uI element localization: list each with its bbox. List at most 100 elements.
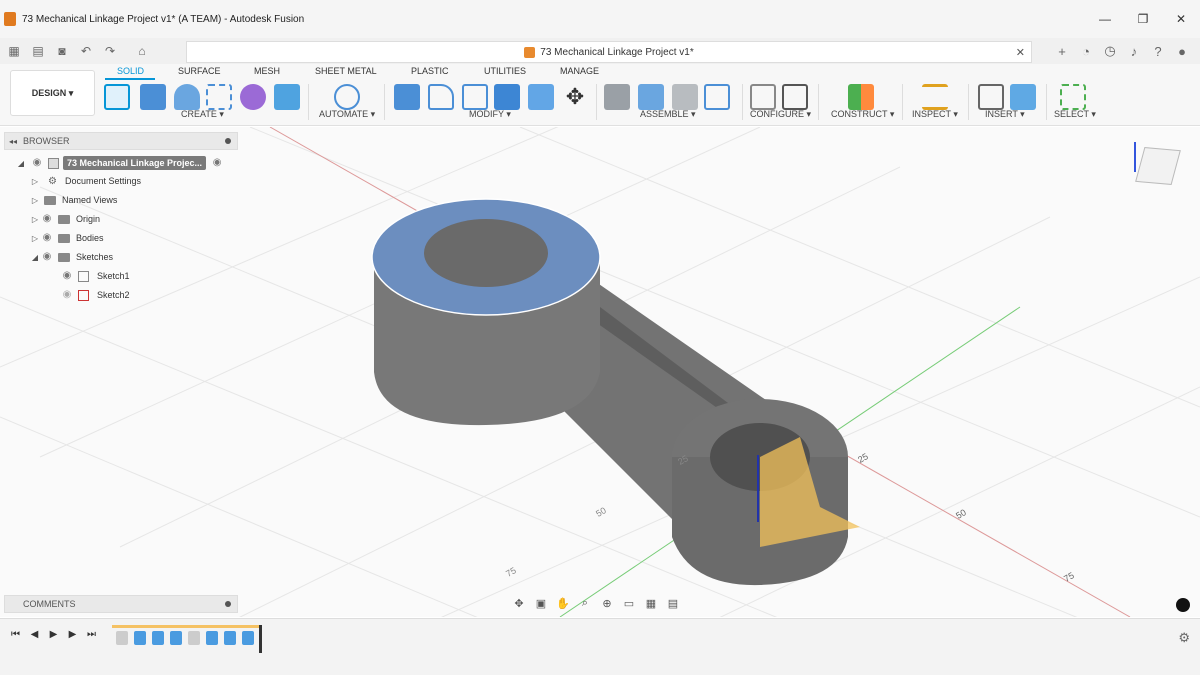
close-tab-icon[interactable]: ✕ [1016, 46, 1025, 59]
timeline-settings-icon[interactable]: ⚙ [1178, 630, 1190, 646]
chamfer-icon[interactable] [462, 84, 488, 110]
as-built-joint-icon[interactable] [672, 84, 698, 110]
press-pull-icon[interactable] [394, 84, 420, 110]
expand-icon[interactable]: ▷ [30, 234, 40, 243]
construct-menu[interactable]: CONSTRUCT ▾ [831, 109, 894, 120]
job-status-icon[interactable]: ◷ [1098, 41, 1122, 61]
help-icon[interactable]: ? [1146, 41, 1170, 61]
shell-icon[interactable] [494, 84, 520, 110]
revolve-icon[interactable] [174, 84, 200, 110]
new-tab-icon[interactable]: + [1050, 41, 1074, 61]
automate-icon[interactable] [334, 84, 360, 110]
timeline-feature-item[interactable] [206, 631, 218, 645]
fillet-icon[interactable] [428, 84, 454, 110]
tree-row-named-views[interactable]: ▷ Named Views [30, 191, 117, 209]
inspect-menu[interactable]: INSPECT ▾ [912, 109, 958, 120]
comments-panel-header[interactable]: COMMENTS [4, 595, 238, 613]
expand-icon[interactable]: ▷ [30, 215, 40, 224]
timeline-feature-item[interactable] [224, 631, 236, 645]
assemble-menu[interactable]: ASSEMBLE ▾ [640, 109, 696, 120]
collapse-icon[interactable]: ◢ [30, 253, 40, 262]
tree-row-origin[interactable]: ▷ ◉ Origin [30, 210, 100, 228]
sweep-icon[interactable] [206, 84, 232, 110]
ai-assistant-icon[interactable] [1176, 598, 1190, 612]
view-cube-face[interactable] [1135, 147, 1181, 185]
step-back-icon[interactable]: ◀ [25, 629, 44, 640]
create-sketch-icon[interactable] [104, 84, 130, 110]
configuration-table-icon[interactable] [782, 84, 808, 110]
tab-utilities[interactable]: UTILITIES [484, 66, 526, 76]
pan-icon[interactable]: ✋ [552, 597, 574, 610]
collapse-browser-icon[interactable]: ◂◂ [9, 137, 17, 146]
timeline-feature-item[interactable] [134, 631, 146, 645]
timeline-feature-item[interactable] [242, 631, 254, 645]
combine-icon[interactable] [528, 84, 554, 110]
timeline-sketch-item[interactable] [116, 631, 128, 645]
close-window-button[interactable]: ✕ [1162, 0, 1200, 38]
visibility-eye-icon[interactable]: ◉ [40, 252, 54, 262]
go-to-end-icon[interactable]: ⏭ [82, 629, 101, 640]
view-cube[interactable] [1130, 138, 1186, 202]
look-at-icon[interactable]: ▣ [530, 597, 552, 610]
redo-icon[interactable]: ↷ [100, 41, 120, 61]
automate-menu[interactable]: AUTOMATE ▾ [319, 109, 375, 120]
file-menu-icon[interactable]: ▤ [28, 41, 48, 61]
expand-icon[interactable]: ▷ [30, 177, 40, 186]
select-icon[interactable] [1060, 84, 1086, 110]
save-icon[interactable]: ◙ [52, 41, 72, 61]
hidden-eye-icon[interactable]: ◉ [60, 290, 74, 300]
new-component-icon[interactable] [604, 84, 630, 110]
tree-row-document-settings[interactable]: ▷ ⚙ Document Settings [30, 172, 141, 190]
timeline-marker[interactable] [259, 625, 262, 653]
expand-icon[interactable]: ▷ [30, 196, 40, 205]
tab-plastic[interactable]: PLASTIC [411, 66, 449, 76]
model-canvas[interactable] [0, 127, 1200, 617]
display-settings-icon[interactable]: ▭ [618, 597, 640, 610]
insert-derive-icon[interactable] [978, 84, 1004, 110]
tree-row-sketch2[interactable]: ◉ Sketch2 [60, 286, 130, 304]
extrude-icon[interactable] [140, 84, 166, 110]
activate-icon[interactable]: ◉ [210, 158, 224, 168]
timeline-track[interactable] [112, 623, 262, 653]
minimize-button[interactable]: — [1086, 0, 1124, 38]
create-menu[interactable]: CREATE ▾ [181, 109, 224, 120]
undo-icon[interactable]: ↶ [76, 41, 96, 61]
notifications-icon[interactable]: ♪ [1122, 41, 1146, 61]
modify-menu[interactable]: MODIFY ▾ [469, 109, 511, 120]
tree-row-root[interactable]: ◢ ◉ 73 Mechanical Linkage Projec... ◉ [16, 154, 224, 172]
pin-comments-icon[interactable] [225, 601, 231, 607]
account-icon[interactable]: ● [1170, 41, 1194, 61]
app-grid-icon[interactable]: ▦ [4, 41, 24, 61]
tab-manage[interactable]: MANAGE [560, 66, 599, 76]
offset-plane-icon[interactable] [848, 84, 874, 110]
visibility-eye-icon[interactable]: ◉ [60, 271, 74, 281]
visibility-eye-icon[interactable]: ◉ [30, 158, 44, 168]
timeline-feature-item[interactable] [170, 631, 182, 645]
joint-icon[interactable] [638, 84, 664, 110]
move-icon[interactable]: ✥ [562, 84, 588, 110]
measure-icon[interactable] [922, 84, 948, 110]
visibility-eye-icon[interactable]: ◉ [40, 214, 54, 224]
form-icon[interactable] [240, 84, 266, 110]
configure-icon[interactable] [750, 84, 776, 110]
expand-icon[interactable]: ◢ [16, 159, 26, 168]
browser-panel-header[interactable]: ◂◂ BROWSER [4, 132, 238, 150]
insert-canvas-icon[interactable] [1010, 84, 1036, 110]
grid-settings-icon[interactable]: ▦ [640, 597, 662, 610]
play-icon[interactable]: ▶ [44, 629, 63, 640]
tree-row-sketch1[interactable]: ◉ Sketch1 [60, 267, 130, 285]
step-forward-icon[interactable]: ▶ [63, 629, 82, 640]
insert-menu[interactable]: INSERT ▾ [985, 109, 1025, 120]
canvas-viewport[interactable]: 25 50 75 25 50 75 [0, 127, 1200, 617]
tab-sheet-metal[interactable]: SHEET METAL [315, 66, 377, 76]
timeline-feature-item[interactable] [152, 631, 164, 645]
workspace-switcher[interactable]: DESIGN ▾ [10, 70, 95, 116]
extensions-icon[interactable]: ◔ [1074, 41, 1098, 61]
joint-origin-icon[interactable] [704, 84, 730, 110]
select-menu[interactable]: SELECT ▾ [1054, 109, 1096, 120]
visibility-eye-icon[interactable]: ◉ [40, 233, 54, 243]
document-tab[interactable]: 73 Mechanical Linkage Project v1* ✕ [186, 41, 1032, 63]
go-to-start-icon[interactable]: ⏮ [6, 629, 25, 640]
tab-solid[interactable]: SOLID [117, 66, 144, 76]
tree-row-bodies[interactable]: ▷ ◉ Bodies [30, 229, 104, 247]
